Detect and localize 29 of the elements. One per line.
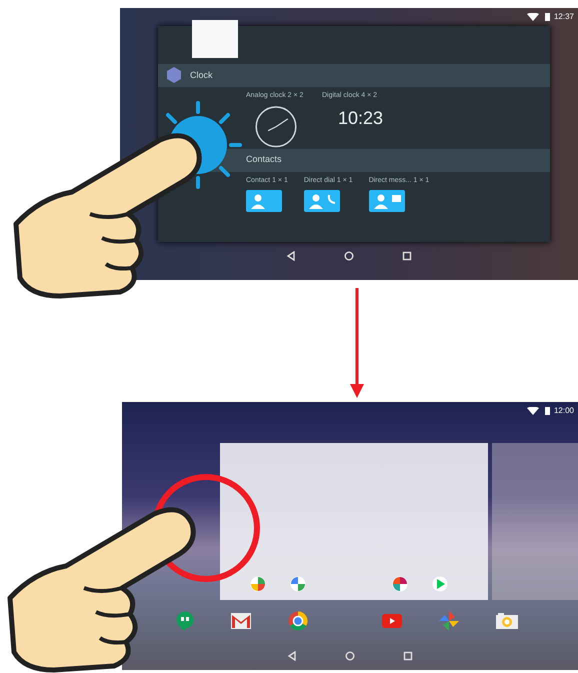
contact-phone-icon[interactable] xyxy=(304,190,340,212)
back-icon[interactable] xyxy=(287,651,297,661)
status-time: 12:00 xyxy=(554,405,574,417)
status-time: 12:37 xyxy=(554,11,574,23)
group-title: Contacts xyxy=(246,153,282,166)
contact-card-icon[interactable] xyxy=(246,190,282,212)
digital-clock-preview[interactable]: 10:23 xyxy=(322,105,384,132)
camera-icon[interactable] xyxy=(496,613,518,629)
colored-ring-icon[interactable] xyxy=(288,611,308,631)
wifi-icon xyxy=(526,407,541,415)
video-play-icon[interactable] xyxy=(382,614,402,628)
back-icon[interactable] xyxy=(286,251,296,261)
colorful-circle-icon[interactable] xyxy=(290,576,306,592)
cube-icon xyxy=(166,67,182,84)
pinwheel-icon[interactable] xyxy=(439,611,459,631)
speech-bubble-icon[interactable] xyxy=(176,611,194,631)
home-icon[interactable] xyxy=(344,251,354,261)
home-icon[interactable] xyxy=(345,651,355,661)
envelope-icon[interactable] xyxy=(231,613,251,629)
contact-message-icon[interactable] xyxy=(368,190,405,212)
group-title: Clock xyxy=(190,68,213,82)
battery-icon xyxy=(544,13,550,21)
recents-icon[interactable] xyxy=(402,251,412,261)
wifi-icon xyxy=(526,13,541,21)
colorful-circle-icon[interactable] xyxy=(250,576,266,592)
battery-icon xyxy=(544,407,550,415)
recents-icon[interactable] xyxy=(403,651,413,661)
popup-preview xyxy=(192,20,238,58)
colorful-circle-icon[interactable] xyxy=(392,576,408,592)
